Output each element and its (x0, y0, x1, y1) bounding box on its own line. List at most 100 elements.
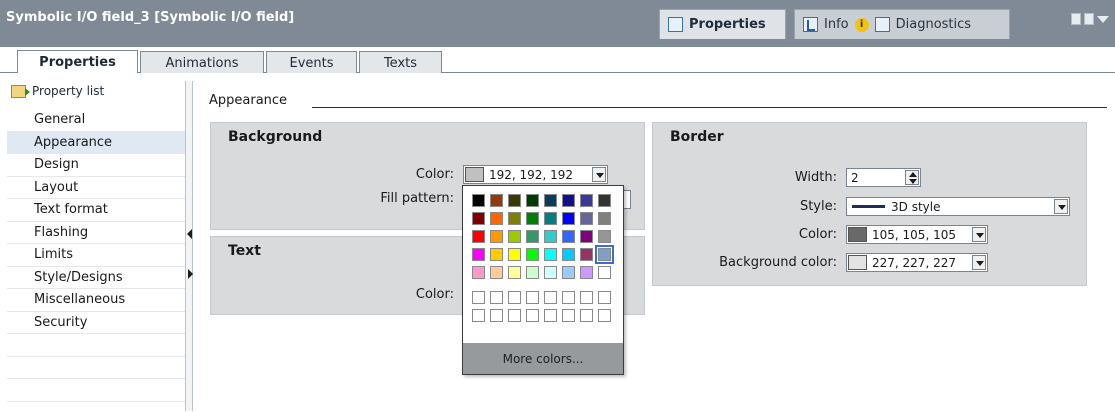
color-swatch[interactable] (580, 194, 593, 207)
color-swatch[interactable] (544, 309, 557, 322)
color-swatch[interactable] (562, 266, 575, 279)
color-swatch[interactable] (472, 291, 485, 304)
color-swatch[interactable] (526, 309, 539, 322)
color-swatch[interactable] (490, 230, 503, 243)
color-swatch[interactable] (580, 266, 593, 279)
border-color-field[interactable]: 105, 105, 105 (846, 225, 988, 244)
tab-texts[interactable]: Texts (359, 51, 442, 74)
color-swatch[interactable] (562, 291, 575, 304)
border-width-label: Width: (794, 170, 837, 185)
color-swatch[interactable] (508, 291, 521, 304)
sidebar-item-miscellaneous[interactable]: Miscellaneous (7, 289, 185, 312)
sidebar-empty-row (7, 379, 185, 402)
sidebar-item-flashing[interactable]: Flashing (7, 222, 185, 244)
color-swatch[interactable] (508, 248, 521, 261)
color-swatch[interactable] (580, 230, 593, 243)
color-swatch[interactable] (598, 230, 611, 243)
color-swatch[interactable] (526, 291, 539, 304)
border-style-select[interactable]: 3D style (846, 197, 1070, 216)
color-swatch[interactable] (526, 248, 539, 261)
color-swatch[interactable] (544, 291, 557, 304)
tab-events[interactable]: Events (266, 51, 357, 74)
color-swatch[interactable] (508, 309, 521, 322)
color-swatch[interactable] (598, 266, 611, 279)
color-swatch[interactable] (598, 194, 611, 207)
color-swatch[interactable] (490, 248, 503, 261)
color-swatch[interactable] (598, 212, 611, 225)
color-swatch[interactable] (472, 194, 485, 207)
property-tabs: Properties Animations Events Texts (0, 47, 1115, 74)
property-list-header[interactable]: Property list (7, 81, 185, 101)
color-swatch[interactable] (544, 266, 557, 279)
float-window-icon[interactable] (1071, 13, 1081, 25)
color-swatch[interactable] (472, 266, 485, 279)
color-swatch[interactable] (472, 212, 485, 225)
color-swatch[interactable] (598, 309, 611, 322)
color-swatch[interactable] (508, 230, 521, 243)
color-swatch[interactable] (544, 212, 557, 225)
border-group: Border Width: 2 Style: 3D style Color: 1… (652, 122, 1087, 286)
border-width-spinner-icon[interactable] (905, 170, 919, 185)
window-menu-chevron-down-icon[interactable] (1097, 16, 1109, 23)
color-swatch[interactable] (580, 248, 593, 261)
color-swatch[interactable] (490, 212, 503, 225)
text-color-label: Color: (415, 287, 454, 302)
border-bg-color-field[interactable]: 227, 227, 227 (846, 253, 988, 272)
background-color-field[interactable]: 192, 192, 192 (463, 165, 608, 184)
color-swatch[interactable] (472, 309, 485, 322)
color-swatch[interactable] (526, 212, 539, 225)
expand-right-icon[interactable] (188, 269, 193, 279)
more-colors-button[interactable]: More colors... (463, 343, 623, 374)
color-swatch[interactable] (508, 266, 521, 279)
color-swatch[interactable] (490, 194, 503, 207)
color-swatch[interactable] (526, 230, 539, 243)
sidebar-item-design[interactable]: Design (7, 154, 185, 177)
color-swatch[interactable] (490, 266, 503, 279)
color-swatch[interactable] (472, 230, 485, 243)
color-swatch[interactable] (490, 309, 503, 322)
border-width-input[interactable]: 2 (846, 168, 921, 187)
color-swatch[interactable] (472, 248, 485, 261)
tab-inspector-diagnostics-label: Diagnostics (895, 17, 972, 32)
sidebar-item-limits[interactable]: Limits (7, 244, 185, 267)
color-swatch[interactable] (580, 212, 593, 225)
color-swatch[interactable] (562, 248, 575, 261)
border-color-dropdown-icon[interactable] (972, 227, 986, 242)
color-swatch[interactable] (562, 194, 575, 207)
color-swatch[interactable] (562, 230, 575, 243)
sidebar-empty-row (7, 357, 185, 379)
sidebar-item-style-designs[interactable]: Style/Designs (7, 267, 185, 289)
sidebar-item-layout[interactable]: Layout (7, 177, 185, 199)
collapse-left-icon[interactable] (187, 229, 192, 239)
color-swatch[interactable] (580, 309, 593, 322)
sidebar-item-appearance[interactable]: Appearance (7, 131, 185, 154)
color-swatch[interactable] (595, 245, 614, 264)
tab-animations[interactable]: Animations (140, 51, 264, 74)
color-swatch[interactable] (526, 194, 539, 207)
color-swatch[interactable] (562, 212, 575, 225)
color-swatch[interactable] (544, 230, 557, 243)
text-group-title: Text (228, 243, 261, 259)
color-swatch[interactable] (526, 266, 539, 279)
border-style-dropdown-icon[interactable] (1054, 199, 1068, 214)
color-swatch[interactable] (580, 291, 593, 304)
property-list-items: General Appearance Design Layout Text format… (7, 109, 185, 412)
color-swatch[interactable] (544, 248, 557, 261)
color-swatch[interactable] (598, 291, 611, 304)
color-swatch[interactable] (508, 212, 521, 225)
border-bg-color-dropdown-icon[interactable] (972, 255, 986, 270)
color-swatch[interactable] (544, 194, 557, 207)
sidebar-item-general[interactable]: General (7, 109, 185, 132)
color-swatch[interactable] (490, 291, 503, 304)
property-list-label: Property list (32, 84, 105, 98)
color-swatch[interactable] (562, 309, 575, 322)
tab-properties[interactable]: Properties (17, 50, 138, 74)
sidebar-splitter[interactable] (185, 81, 193, 411)
background-color-dropdown-icon[interactable] (592, 167, 606, 182)
tab-inspector-properties[interactable]: Properties (659, 9, 786, 39)
sidebar-item-text-format[interactable]: Text format (7, 199, 185, 222)
split-window-icon[interactable] (1084, 13, 1094, 25)
color-swatch[interactable] (508, 194, 521, 207)
sidebar-item-security[interactable]: Security (7, 312, 185, 334)
tab-inspector-info[interactable]: Info i Diagnostics (794, 9, 1010, 39)
